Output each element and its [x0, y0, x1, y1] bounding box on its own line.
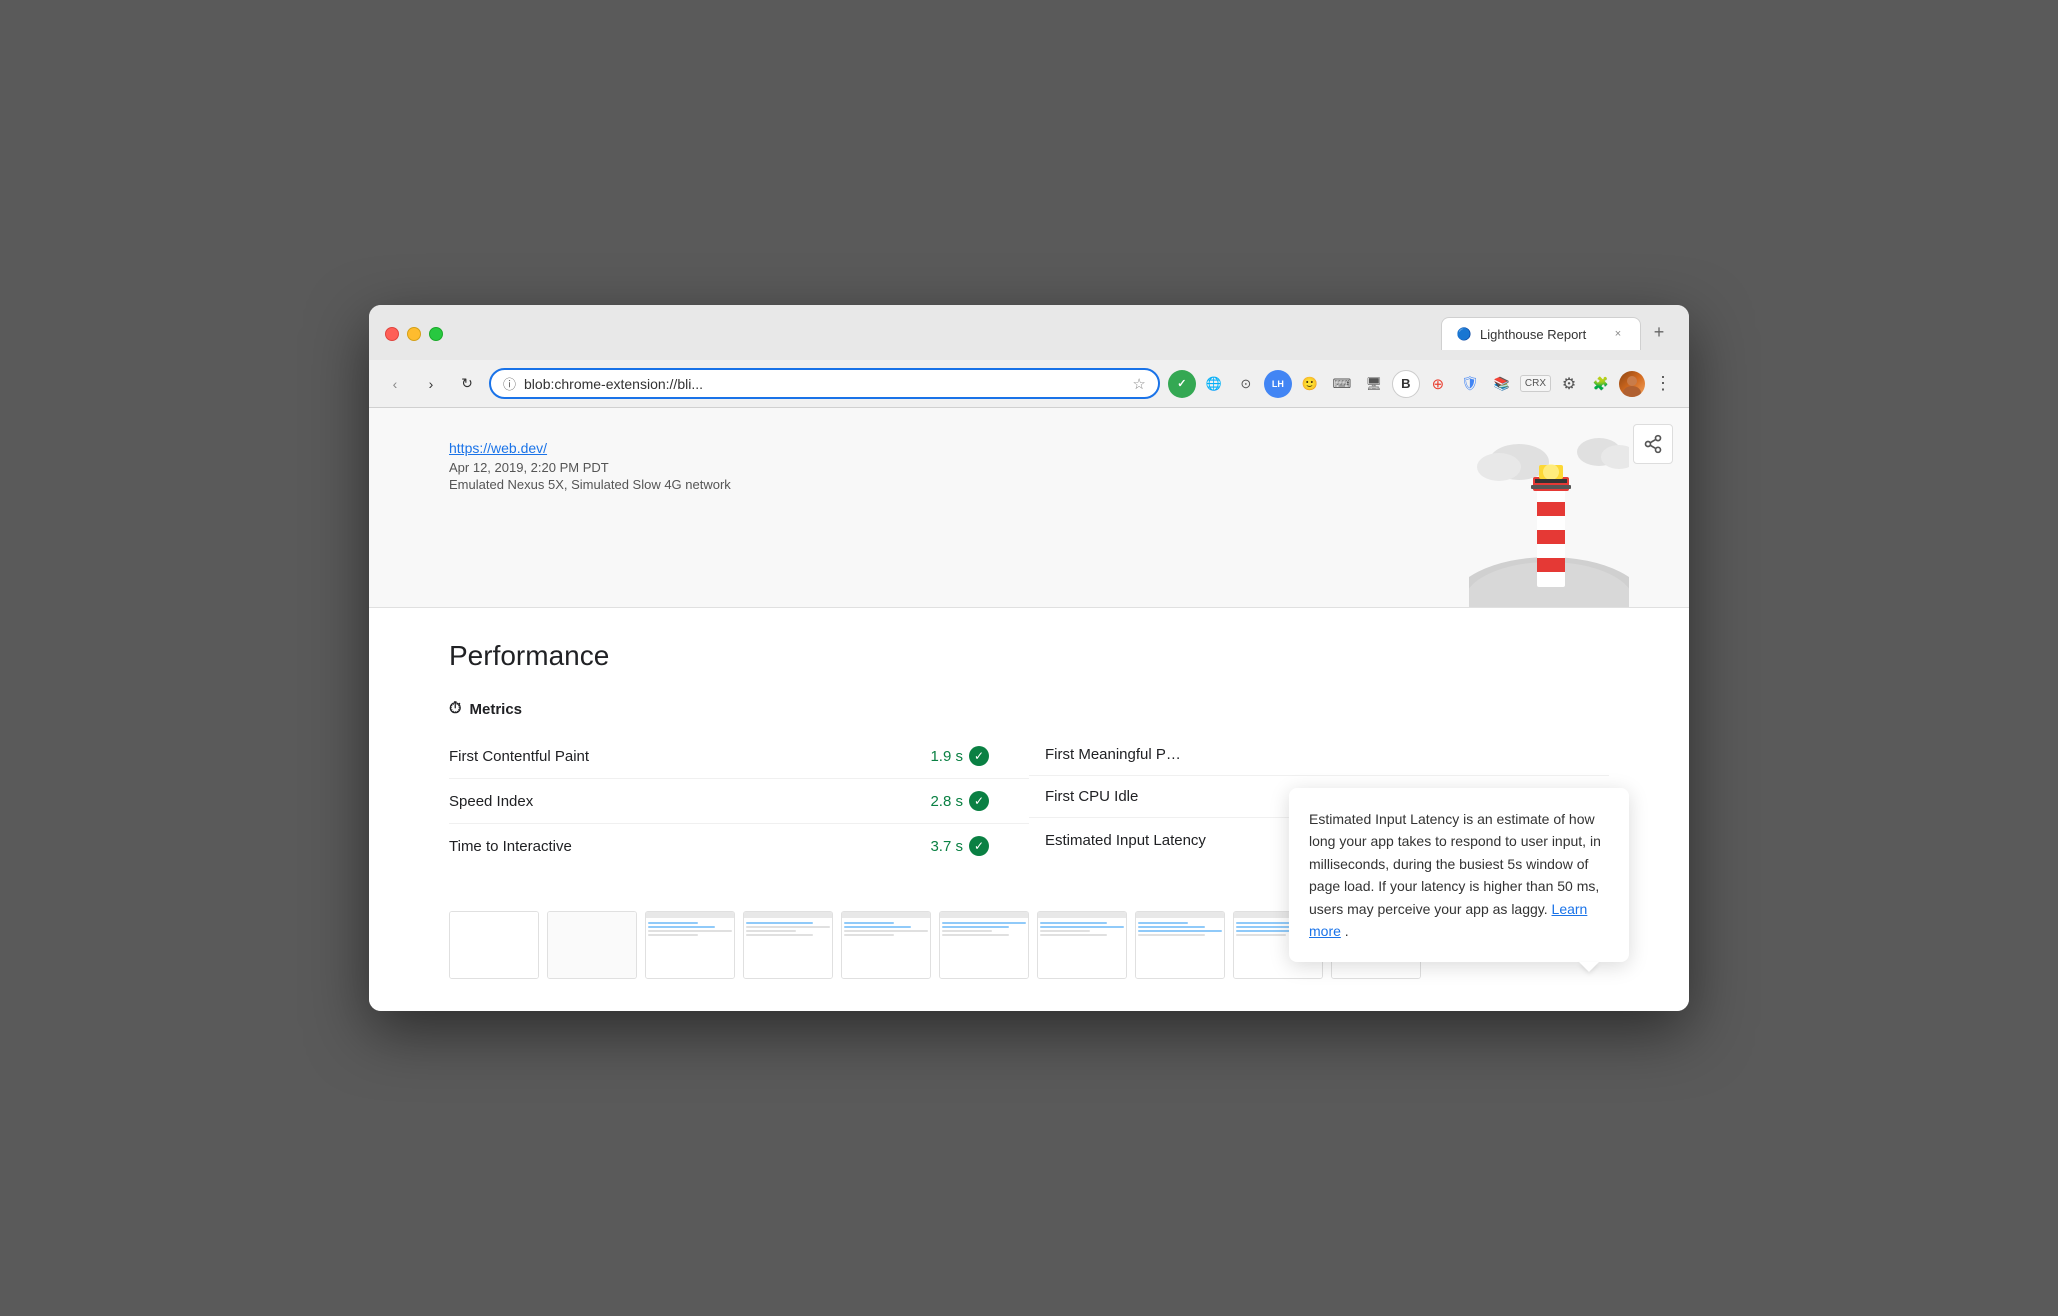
avatar[interactable] — [1619, 371, 1645, 397]
metric-row-fcp: First Contentful Paint 1.9 s ✓ — [449, 734, 1029, 779]
site-url[interactable]: https://web.dev/ — [449, 440, 731, 456]
tab-favicon: 🔵 — [1456, 326, 1472, 342]
metric-name-eil: Estimated Input Latency — [1045, 832, 1206, 849]
puzzle-icon[interactable]: 🧩 — [1587, 370, 1615, 398]
bookmark-icon[interactable]: ☆ — [1132, 375, 1145, 393]
tooltip-punctuation: . — [1345, 923, 1349, 939]
tabs-row: 🔵 Lighthouse Report × + — [1441, 317, 1673, 350]
report-date: Apr 12, 2019, 2:20 PM PDT — [449, 460, 731, 475]
book-icon[interactable]: 📚 — [1488, 370, 1516, 398]
section-title: Performance — [449, 640, 1609, 672]
address-text: blob:chrome-extension://bli... — [524, 376, 1124, 392]
metric-row-fmp: First Meaningful P… — [1029, 734, 1609, 776]
active-tab[interactable]: 🔵 Lighthouse Report × — [1441, 317, 1641, 350]
more-options-button[interactable]: ⋮ — [1649, 370, 1677, 398]
traffic-lights-row: 🔵 Lighthouse Report × + — [385, 317, 1673, 350]
metrics-label: Metrics — [469, 701, 522, 718]
forward-button[interactable]: › — [417, 370, 445, 398]
header-info: https://web.dev/ Apr 12, 2019, 2:20 PM P… — [449, 432, 731, 492]
metric-score-tti: 3.7 s — [930, 838, 963, 855]
refresh-button[interactable]: ↻ — [453, 370, 481, 398]
globe-icon[interactable]: 🌐 — [1200, 370, 1228, 398]
report-environment: Emulated Nexus 5X, Simulated Slow 4G net… — [449, 477, 731, 492]
report-header: https://web.dev/ Apr 12, 2019, 2:20 PM P… — [369, 408, 1689, 608]
metric-name-tti: Time to Interactive — [449, 838, 572, 855]
lighthouse-extension-icon[interactable]: LH — [1264, 370, 1292, 398]
target-icon[interactable]: ⊕ — [1424, 370, 1452, 398]
metric-row-si: Speed Index 2.8 s ✓ — [449, 779, 1029, 824]
filmstrip-thumb-6[interactable] — [939, 911, 1029, 979]
filmstrip-thumb-5[interactable] — [841, 911, 931, 979]
tab-close-button[interactable]: × — [1610, 326, 1626, 342]
media-icon[interactable]: ⊙ — [1232, 370, 1260, 398]
browser-window: 🔵 Lighthouse Report × + ‹ › ↻ ⓘ blob:chr… — [369, 305, 1689, 1011]
metric-score-fcp: 1.9 s — [930, 748, 963, 765]
minimize-traffic-light[interactable] — [407, 327, 421, 341]
b-extension-icon[interactable]: B — [1392, 370, 1420, 398]
close-traffic-light[interactable] — [385, 327, 399, 341]
metric-value-si: 2.8 s ✓ — [930, 791, 989, 811]
new-tab-button[interactable]: + — [1645, 318, 1673, 346]
emoji-icon[interactable]: 🙂 — [1296, 370, 1324, 398]
filmstrip-thumb-8[interactable] — [1135, 911, 1225, 979]
metrics-left-column: First Contentful Paint 1.9 s ✓ Speed Ind… — [449, 734, 1029, 868]
metric-row-tti: Time to Interactive 3.7 s ✓ — [449, 824, 1029, 868]
security-icon[interactable]: ✓ — [1168, 370, 1196, 398]
metric-name-si: Speed Index — [449, 793, 533, 810]
keyboard-icon[interactable]: ⌨ — [1328, 370, 1356, 398]
crx-badge[interactable]: CRX — [1520, 375, 1551, 392]
address-bar[interactable]: ⓘ blob:chrome-extension://bli... ☆ — [489, 368, 1160, 399]
check-icon-tti: ✓ — [969, 836, 989, 856]
metric-value-fcp: 1.9 s ✓ — [930, 746, 989, 766]
shield-icon[interactable]: 🛡 — [1456, 370, 1484, 398]
filmstrip-thumb-1[interactable] — [449, 911, 539, 979]
metrics-header: ⏱ Metrics — [449, 700, 1609, 718]
address-info-icon: ⓘ — [503, 374, 516, 393]
page-content: https://web.dev/ Apr 12, 2019, 2:20 PM P… — [369, 408, 1689, 1011]
lighthouse-illustration — [1469, 427, 1629, 607]
maximize-traffic-light[interactable] — [429, 327, 443, 341]
tooltip-bubble: Estimated Input Latency is an estimate o… — [1289, 788, 1629, 962]
metric-name-fci: First CPU Idle — [1045, 788, 1138, 805]
metric-score-si: 2.8 s — [930, 793, 963, 810]
metrics-icon: ⏱ — [449, 700, 461, 718]
filmstrip-thumb-7[interactable] — [1037, 911, 1127, 979]
performance-section: Performance ⏱ Metrics First Contentful P… — [369, 608, 1689, 1011]
toolbar-icons: ✓ 🌐 ⊙ LH 🙂 ⌨ 🖥 B ⊕ 🛡 📚 CRX ⚙ 🧩 ⋮ — [1168, 370, 1677, 398]
monitor-icon[interactable]: 🖥 — [1360, 370, 1388, 398]
filmstrip-thumb-4[interactable] — [743, 911, 833, 979]
filmstrip-thumb-2[interactable] — [547, 911, 637, 979]
metric-name-fcp: First Contentful Paint — [449, 748, 589, 765]
metric-name-fmp: First Meaningful P… — [1045, 746, 1181, 763]
check-icon-fcp: ✓ — [969, 746, 989, 766]
title-bar: 🔵 Lighthouse Report × + — [369, 305, 1689, 360]
share-button[interactable] — [1633, 424, 1673, 464]
metric-value-tti: 3.7 s ✓ — [930, 836, 989, 856]
back-button[interactable]: ‹ — [381, 370, 409, 398]
tab-title: Lighthouse Report — [1480, 327, 1602, 342]
filmstrip-thumb-3[interactable] — [645, 911, 735, 979]
address-bar-row: ‹ › ↻ ⓘ blob:chrome-extension://bli... ☆… — [369, 360, 1689, 408]
check-icon-si: ✓ — [969, 791, 989, 811]
settings-icon[interactable]: ⚙ — [1555, 370, 1583, 398]
